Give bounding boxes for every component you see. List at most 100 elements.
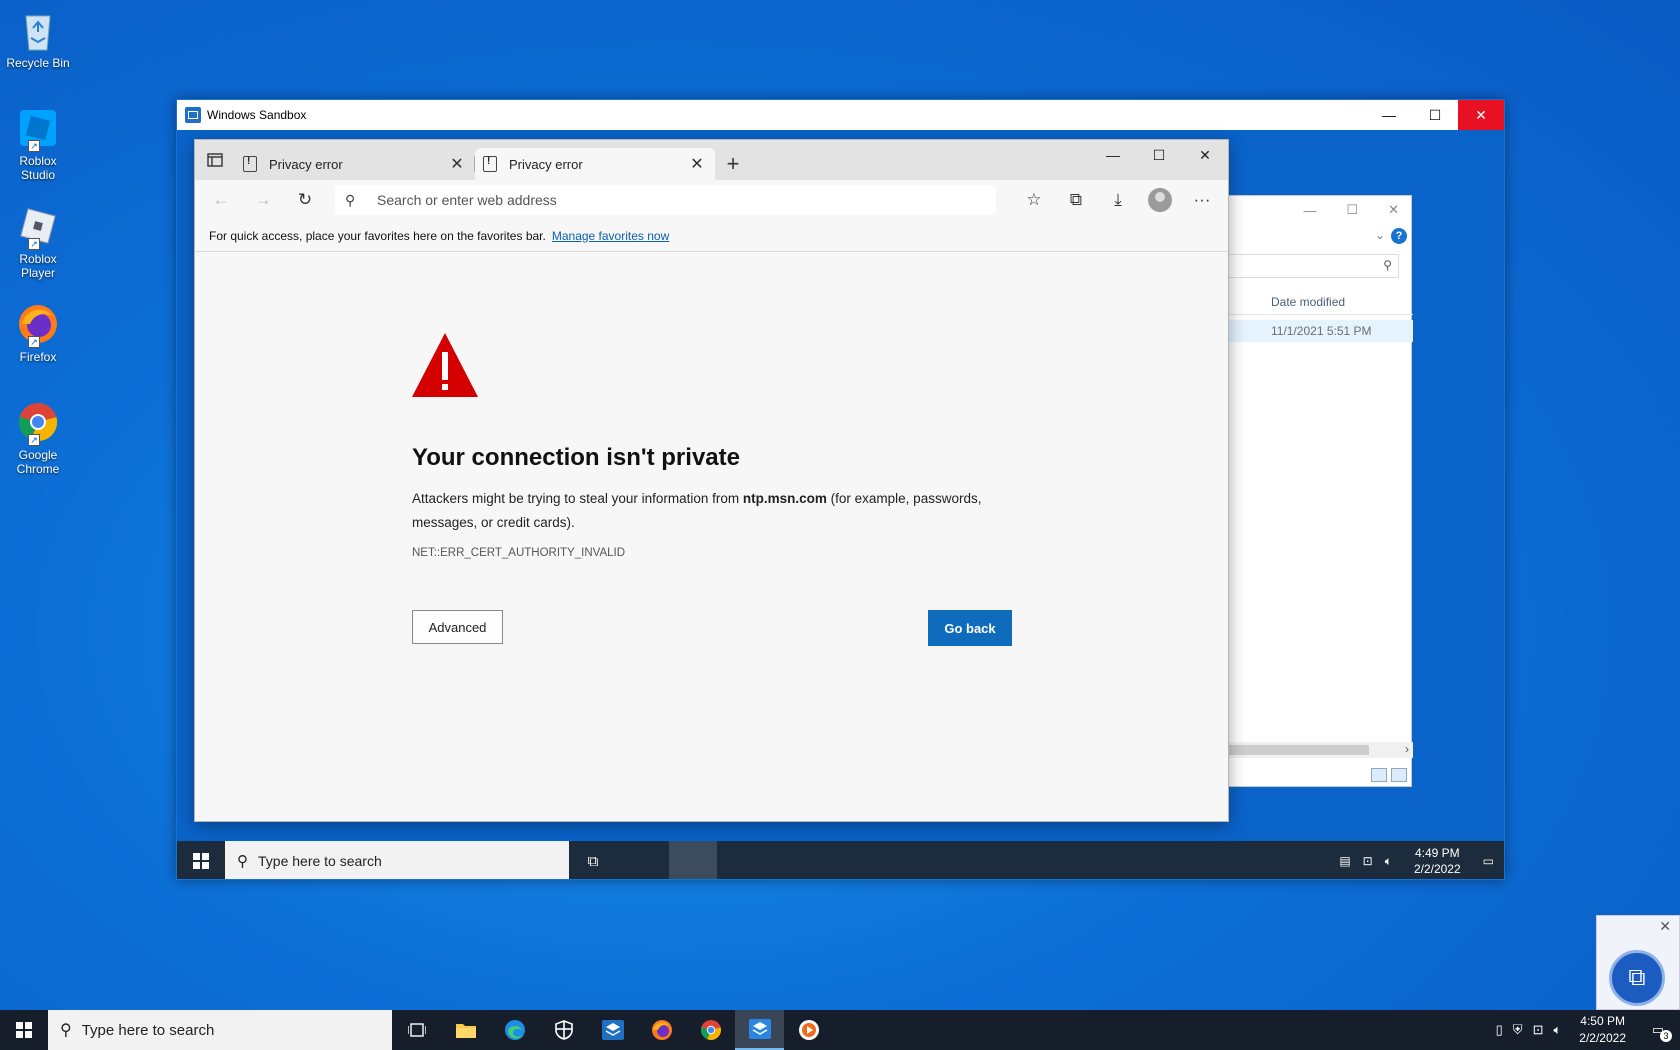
desktop-icon-label: Recycle Bin (6, 56, 70, 70)
horizontal-scrollbar[interactable]: › (1229, 742, 1413, 758)
tab-title: Privacy error (509, 156, 583, 172)
network-icon[interactable]: ⊡ (1533, 1022, 1544, 1038)
close-tab-icon[interactable]: ✕ (687, 154, 707, 174)
firefox-icon[interactable] (637, 1010, 686, 1050)
remote-connect-widget: ✕ ⧉ (1596, 915, 1680, 1010)
go-back-button[interactable]: Go back (928, 610, 1012, 646)
error-code: NET::ERR_CERT_AUTHORITY_INVALID (412, 547, 626, 559)
tab-bar: Privacy error ✕ Privacy error ✕ + — ☐ ✕ (195, 140, 1228, 180)
desktop-icon-label: Roblox Player (19, 252, 57, 280)
task-view-icon[interactable]: ⧉ (569, 841, 617, 879)
tab-title: Privacy error (269, 156, 343, 172)
clock[interactable]: 4:50 PM 2/2/2022 (1579, 1013, 1626, 1047)
manage-favorites-link[interactable]: Manage favorites now (552, 229, 669, 243)
volume-icon[interactable]: 🔈︎ (1385, 854, 1392, 869)
volume-icon[interactable]: 🔈︎ (1553, 1022, 1561, 1038)
sandbox-app-icon[interactable] (588, 1010, 637, 1050)
chrome-icon[interactable] (686, 1010, 735, 1050)
explorer-minimize-button[interactable]: — (1303, 203, 1316, 218)
media-player-icon[interactable] (784, 1010, 833, 1050)
desktop-icon-firefox[interactable]: ↗ Firefox (2, 302, 74, 364)
tab-privacy-error-1[interactable]: Privacy error ✕ (235, 148, 475, 180)
error-title: Your connection isn't private (412, 444, 740, 471)
desktop-icon-label: Google Chrome (16, 448, 60, 476)
security-shield-icon[interactable] (539, 1010, 588, 1050)
explorer-maximize-button[interactable]: ☐ (1346, 202, 1358, 218)
clock-date: 2/2/2022 (1579, 1031, 1626, 1045)
security-tray-icon[interactable]: ⛨ (1513, 1022, 1523, 1038)
download-icon[interactable]: ⤓ (1100, 184, 1136, 216)
taskbar: ⚲ Type here to search ▯ ⛨ ⊡ 🔈︎ 4:50 PM 2… (0, 1010, 1680, 1050)
favorites-star-icon[interactable]: ☆ (1016, 184, 1052, 216)
explorer-search-box[interactable]: ⚲ (1229, 254, 1399, 278)
firefox-icon: ↗ (16, 302, 60, 348)
more-options-icon[interactable]: ··· (1184, 184, 1220, 216)
error-domain: ntp.msn.com (742, 491, 827, 506)
explorer-close-button[interactable]: ✕ (1388, 202, 1399, 218)
sandbox-minimize-button[interactable]: — (1366, 100, 1412, 130)
desktop-icon-label: Firefox (19, 350, 57, 364)
edge-icon[interactable] (490, 1010, 539, 1050)
back-arrow-icon[interactable]: ← (203, 184, 239, 216)
roblox-studio-icon: ↗ (16, 106, 60, 152)
address-input[interactable] (377, 192, 986, 208)
address-bar[interactable]: ⚲ (335, 185, 996, 215)
sandbox-close-button[interactable]: ✕ (1458, 100, 1504, 130)
desktop-icon-google-chrome[interactable]: ↗ Google Chrome (2, 400, 74, 476)
start-button[interactable] (0, 1010, 48, 1050)
chrome-icon: ↗ (16, 400, 60, 446)
refresh-icon[interactable]: ↻ (287, 184, 323, 216)
browser-close-button[interactable]: ✕ (1182, 140, 1228, 170)
warning-triangle-icon (412, 333, 478, 397)
chevron-right-icon[interactable]: › (1405, 742, 1409, 756)
file-row[interactable]: 11/1/2021 5:51 PM (1229, 320, 1413, 342)
tab-privacy-error-2[interactable]: Privacy error ✕ (475, 148, 715, 180)
file-explorer-window: — ☐ ✕ ⌄ ? ⚲ Date modified 11/1/2021 5:51… (1228, 195, 1413, 787)
network-icon[interactable]: ⊡ (1363, 854, 1373, 868)
sandbox-taskbar-search[interactable]: ⚲ Type here to search (225, 841, 569, 879)
sandbox-taskbar-app-edge[interactable] (669, 841, 717, 879)
browser-maximize-button[interactable]: ☐ (1136, 140, 1182, 170)
profile-button[interactable] (1142, 184, 1178, 216)
page-warning-icon (243, 156, 257, 172)
desktop-icon-roblox-player[interactable]: ↗ Roblox Player (2, 204, 74, 280)
advanced-button[interactable]: Advanced (412, 610, 503, 644)
task-view-icon[interactable] (392, 1010, 441, 1050)
sandbox-titlebar[interactable]: Windows Sandbox — ☐ ✕ (177, 100, 1504, 130)
usb-icon[interactable]: ▯ (1496, 1022, 1503, 1038)
error-page: Your connection isn't private Attackers … (195, 252, 1228, 822)
browser-minimize-button[interactable]: — (1090, 140, 1136, 170)
notification-icon[interactable]: ▭ (1483, 854, 1494, 868)
windows-sandbox-taskbar-icon[interactable] (735, 1010, 784, 1050)
sandbox-taskbar-app-explorer[interactable] (619, 841, 667, 879)
error-description: Attackers might be trying to steal your … (412, 491, 982, 530)
shortcut-arrow-icon: ↗ (28, 140, 40, 152)
new-tab-button[interactable]: + (715, 148, 751, 180)
desktop-icon-recycle-bin[interactable]: Recycle Bin (2, 8, 74, 70)
page-warning-icon (483, 156, 497, 172)
sandbox-maximize-button[interactable]: ☐ (1412, 100, 1458, 130)
tab-actions-icon[interactable] (195, 140, 235, 180)
browser-toolbar: ← → ↻ ⚲ ☆ ⧉ ⤓ ··· (195, 180, 1228, 220)
sandbox-system-tray: ▤ ⊡ 🔈︎ 4:49 PM 2/2/2022 ▭ (1339, 845, 1504, 877)
column-header-date-modified[interactable]: Date modified (1229, 291, 1413, 315)
large-icons-view-icon[interactable] (1391, 768, 1407, 782)
chevron-down-icon[interactable]: ⌄ (1375, 228, 1385, 242)
sandbox-clock[interactable]: 4:49 PM 2/2/2022 (1414, 845, 1461, 877)
close-tab-icon[interactable]: ✕ (447, 154, 467, 174)
taskbar-search[interactable]: ⚲ Type here to search (48, 1010, 392, 1050)
details-view-icon[interactable] (1371, 768, 1387, 782)
notification-icon[interactable]: ▭ 3 (1644, 1022, 1672, 1042)
windows-logo-icon (193, 853, 209, 869)
file-explorer-icon[interactable] (441, 1010, 490, 1050)
collections-icon[interactable]: ⧉ (1058, 184, 1094, 216)
close-icon[interactable]: ✕ (1659, 918, 1671, 935)
remote-connect-button[interactable]: ⧉ (1609, 950, 1665, 1006)
news-icon[interactable]: ▤ (1339, 854, 1350, 868)
help-icon[interactable]: ? (1391, 228, 1407, 244)
sandbox-start-button[interactable] (177, 841, 225, 879)
forward-arrow-icon[interactable]: → (245, 184, 281, 216)
desktop-icon-roblox-studio[interactable]: ↗ Roblox Studio (2, 106, 74, 182)
shortcut-arrow-icon: ↗ (28, 434, 40, 446)
sandbox-search-placeholder: Type here to search (258, 853, 382, 869)
